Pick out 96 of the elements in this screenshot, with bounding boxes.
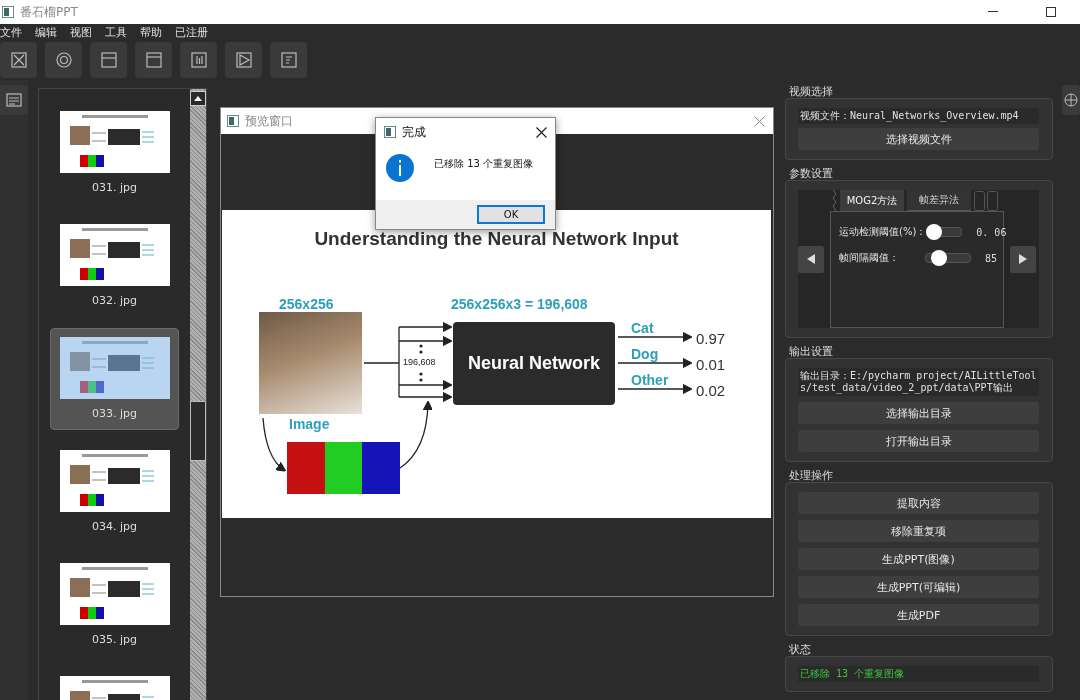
thumbnail-list-item[interactable]: 032. jpg bbox=[50, 215, 179, 317]
network-block: Neural Network bbox=[453, 322, 615, 405]
next-button[interactable] bbox=[1010, 245, 1036, 273]
play-icon bbox=[234, 51, 253, 69]
list-button[interactable] bbox=[0, 85, 28, 115]
slider-thumb[interactable] bbox=[926, 224, 943, 240]
input-count-label: 196,608 bbox=[403, 357, 436, 367]
menu-item[interactable]: 帮助 bbox=[140, 24, 162, 40]
channel-image-placeholder bbox=[287, 442, 325, 494]
toolbar-button[interactable] bbox=[180, 42, 217, 78]
left-triangle-icon bbox=[807, 254, 815, 264]
info-icon bbox=[386, 154, 414, 182]
section-heading: 输出设置 bbox=[789, 344, 834, 358]
slide-title: Understanding the Neural Network Input bbox=[313, 228, 680, 250]
action-button[interactable]: 生成PPT(可编辑) bbox=[798, 576, 1039, 598]
section-heading: 状态 bbox=[789, 642, 812, 656]
dialog-title: 完成 bbox=[402, 123, 427, 141]
menu-item[interactable]: 工具 bbox=[105, 24, 127, 40]
curved-arrow bbox=[399, 400, 433, 469]
output-button[interactable]: 选择输出目录 bbox=[798, 402, 1039, 424]
ok-button[interactable]: OK bbox=[477, 205, 545, 224]
toolbar-button[interactable] bbox=[225, 42, 262, 78]
toolbar-button[interactable] bbox=[90, 42, 127, 78]
slider-label: 运动检测阈值(%)： bbox=[839, 225, 927, 239]
preview-window-title: 预览窗口 bbox=[245, 112, 294, 130]
tab[interactable]: 帧差异法 bbox=[907, 190, 971, 211]
image-label: Image bbox=[289, 416, 330, 432]
action-button[interactable]: 生成PPT(图像) bbox=[798, 548, 1039, 570]
vertical-ellipsis-icon bbox=[419, 372, 423, 382]
thumbnail-list-item[interactable]: 035. jpg bbox=[50, 554, 179, 656]
channel-image-placeholder bbox=[362, 442, 400, 494]
crosshair-icon bbox=[1064, 93, 1078, 107]
class-label: Dog bbox=[631, 346, 659, 362]
menu-item[interactable]: 文件 bbox=[0, 24, 22, 40]
thumbnail-label: 035. jpg bbox=[92, 633, 137, 647]
panel-icon bbox=[144, 51, 163, 69]
thumbnail-label: 032. jpg bbox=[92, 294, 137, 308]
slider-value: 85 bbox=[984, 252, 997, 264]
maximize-icon bbox=[1046, 7, 1056, 17]
app-icon bbox=[227, 115, 239, 127]
toolbar-button[interactable] bbox=[270, 42, 307, 78]
probability-value: 0.97 bbox=[696, 330, 726, 347]
section-heading: 视频选择 bbox=[789, 84, 834, 98]
action-button[interactable]: 提取内容 bbox=[798, 492, 1039, 514]
toolbar-button[interactable] bbox=[0, 42, 37, 78]
window-icon bbox=[99, 51, 118, 69]
channel-image-placeholder bbox=[325, 442, 363, 494]
slider-thumb[interactable] bbox=[931, 250, 948, 266]
image-size-label: 256x256 bbox=[279, 296, 334, 312]
status-message: 已移除 13 个重复图像 bbox=[798, 666, 1039, 682]
list-icon bbox=[5, 91, 23, 109]
close-box-icon bbox=[9, 51, 28, 69]
class-label: Cat bbox=[631, 320, 654, 336]
output-path-field: 输出目录：E:/pycharm project/AILittleTools/test_data/video_2_ppt/data\PPT输出 bbox=[798, 368, 1039, 396]
menu-item[interactable]: 已注册 bbox=[175, 24, 208, 40]
thumbnail-label: 031. jpg bbox=[92, 181, 137, 195]
probability-value: 0.01 bbox=[696, 356, 726, 373]
input-size-label: 256x256x3 = 196,608 bbox=[451, 296, 588, 312]
section-heading: 参数设置 bbox=[789, 166, 834, 180]
app-icon bbox=[384, 126, 396, 138]
crosshair-button[interactable] bbox=[1062, 85, 1080, 115]
probability-value: 0.02 bbox=[696, 382, 726, 399]
video-file-field: 视频文件：Neural_Networks_Overview.mp4 bbox=[798, 108, 1039, 124]
up-arrow-icon bbox=[194, 96, 202, 101]
tab-notch-icon bbox=[830, 190, 837, 211]
thumbnail-label: 033. jpg bbox=[92, 407, 137, 421]
toolbar-button[interactable] bbox=[45, 42, 82, 78]
window-title: 番石榴PPT bbox=[20, 3, 78, 21]
close-icon[interactable] bbox=[536, 126, 547, 138]
curved-arrow bbox=[262, 417, 287, 472]
thumbnail-list-item[interactable]: 034. jpg bbox=[50, 441, 179, 543]
scrollbar-thumb[interactable] bbox=[190, 401, 206, 461]
minimize-icon bbox=[988, 11, 998, 13]
scroll-up-button[interactable] bbox=[190, 91, 206, 106]
slider-label: 帧间隔阈值： bbox=[839, 251, 900, 265]
right-triangle-icon bbox=[1019, 254, 1027, 264]
action-button[interactable]: 移除重复项 bbox=[798, 520, 1039, 542]
menu-item[interactable]: 编辑 bbox=[35, 24, 57, 40]
tab[interactable]: MOG2方法 bbox=[840, 190, 904, 211]
document-icon bbox=[279, 51, 298, 69]
previous-button[interactable] bbox=[798, 245, 824, 273]
output-button[interactable]: 打开输出目录 bbox=[798, 430, 1039, 452]
bars-icon bbox=[189, 51, 208, 69]
toolbar-button[interactable] bbox=[135, 42, 172, 78]
menu-item[interactable]: 视图 bbox=[70, 24, 92, 40]
section-heading: 处理操作 bbox=[789, 468, 834, 482]
action-button[interactable]: 生成PDF bbox=[798, 604, 1039, 626]
target-icon bbox=[54, 51, 73, 69]
thumbnail-list-item[interactable]: 031. jpg bbox=[50, 102, 179, 204]
slider-value: 0. 06 bbox=[976, 226, 1007, 238]
vertical-ellipsis-icon bbox=[419, 344, 423, 354]
class-label: Other bbox=[631, 372, 669, 388]
thumbnail-label: 034. jpg bbox=[92, 520, 137, 534]
select-video-button[interactable]: 选择视频文件 bbox=[798, 128, 1039, 150]
dialog-message: 已移除 13 个重复图像 bbox=[434, 157, 534, 171]
thumbnail-list-item[interactable]: 033. jpg bbox=[50, 328, 179, 430]
